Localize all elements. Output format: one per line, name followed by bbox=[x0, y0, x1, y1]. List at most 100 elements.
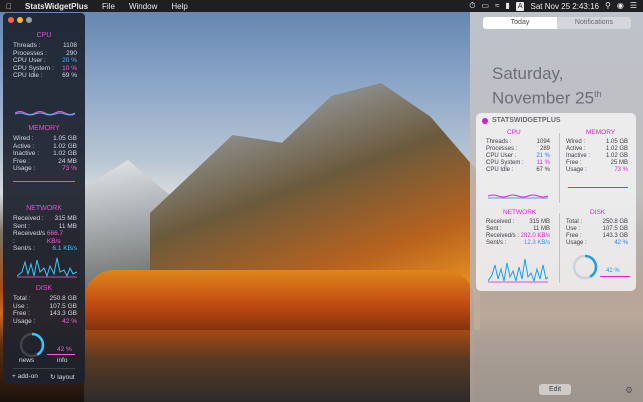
stat-value: 69 % bbox=[62, 72, 77, 79]
info-button[interactable]: info bbox=[57, 357, 67, 364]
menu-app-name[interactable]: StatsWidgetPlus bbox=[18, 2, 95, 11]
menu-help[interactable]: Help bbox=[164, 2, 194, 11]
zoom-button[interactable] bbox=[26, 17, 32, 23]
stat-key: Active : bbox=[566, 146, 586, 152]
stat-key: Use : bbox=[13, 302, 29, 310]
stat-value: 11 MB bbox=[58, 222, 77, 230]
stat-key: Inactive : bbox=[566, 153, 591, 159]
stat-key: Free : bbox=[13, 157, 30, 165]
siri-icon[interactable]: ◉ bbox=[617, 0, 624, 12]
stat-value: 21 % bbox=[536, 153, 550, 159]
stat-row: Total : 250.8 GB bbox=[13, 295, 77, 303]
stat-key: Received : bbox=[486, 219, 515, 225]
time-machine-icon[interactable]: ⏱ bbox=[469, 0, 475, 12]
stat-row: Inactive : 1.02 GB bbox=[566, 153, 628, 160]
stat-key: Free : bbox=[566, 233, 582, 239]
settings-gear-icon[interactable]: ⚙ bbox=[625, 385, 633, 396]
stat-row: Free : 143.3 GB bbox=[566, 233, 628, 240]
stat-row: Received : 315 MB bbox=[486, 219, 550, 226]
memory-section-title: MEMORY bbox=[28, 125, 60, 132]
stat-value: 1094 bbox=[536, 139, 550, 145]
stat-row: CPU User : 20 % bbox=[13, 57, 77, 65]
tab-notifications[interactable]: Notifications bbox=[557, 17, 631, 29]
stat-row: Received : 315 MB bbox=[13, 215, 77, 223]
layout-button[interactable]: ↻ layout bbox=[50, 373, 75, 381]
notification-center-icon[interactable]: ☰ bbox=[630, 0, 637, 12]
stat-row: Sent/s : 12.3 KB/s bbox=[486, 240, 550, 247]
stat-value: 315 MB bbox=[529, 219, 550, 225]
stat-value: 11 % bbox=[536, 160, 550, 166]
stat-value: 282.0 KB/s bbox=[520, 233, 550, 239]
stat-value: 1.02 GB bbox=[53, 150, 77, 157]
stat-value: 143.3 GB bbox=[602, 233, 628, 239]
stat-value: 1.05 GB bbox=[605, 139, 628, 145]
stat-value: 250.8 GB bbox=[602, 219, 628, 225]
apple-menu-icon[interactable]:  bbox=[0, 2, 18, 11]
stat-value: 12.3 KB/s bbox=[523, 240, 550, 246]
spotlight-icon[interactable]: ⚲ bbox=[605, 0, 611, 12]
stat-value: 42 % bbox=[62, 317, 77, 325]
stat-value: 1108 bbox=[63, 42, 77, 49]
stat-key: Usage : bbox=[13, 165, 36, 172]
stat-key: Received/s : bbox=[486, 233, 520, 239]
menu-window[interactable]: Window bbox=[122, 2, 164, 11]
clock[interactable]: Sat Nov 25 2:43:16 bbox=[530, 2, 599, 11]
news-button[interactable]: news bbox=[19, 357, 34, 364]
tab-today[interactable]: Today bbox=[483, 17, 557, 29]
app-icon bbox=[482, 117, 488, 124]
network-stats: Received : 315 MB Sent : 11 MB Received/s … bbox=[13, 215, 77, 253]
stat-row: Wired : 1.05 GB bbox=[13, 135, 77, 143]
wifi-icon[interactable]: ≈ bbox=[495, 0, 499, 12]
disk-usage-ring bbox=[19, 332, 45, 358]
stat-row: Free : 25 MB bbox=[566, 160, 628, 167]
stat-key: Free : bbox=[13, 310, 30, 317]
stat-value: 73 % bbox=[614, 167, 628, 173]
disk-stats: Total : 250.8 GB Use : 107.5 GB Free : 143.… bbox=[13, 295, 77, 325]
stat-key: Usage : bbox=[13, 317, 36, 325]
stat-row: Active : 1.02 GB bbox=[566, 146, 628, 153]
menu-file[interactable]: File bbox=[95, 2, 122, 11]
close-button[interactable] bbox=[8, 17, 14, 23]
stat-key: Processes : bbox=[486, 146, 518, 152]
add-on-button[interactable]: + add-on bbox=[12, 373, 38, 380]
cpu-section-title: CPU bbox=[507, 129, 521, 136]
stat-value: 1.02 GB bbox=[53, 142, 77, 150]
widget-title: STATSWIDGETPLUS bbox=[492, 117, 561, 124]
cpu-section-title: CPU bbox=[36, 32, 52, 39]
stat-value: 42 % bbox=[614, 240, 628, 246]
stat-row: Active : 1.02 GB bbox=[13, 143, 77, 151]
menu-extras: ⏱ ▭ ≈ ▮ A Sat Nov 25 2:43:16 ⚲ ◉ ☰ bbox=[469, 0, 643, 12]
stat-row: Use : 107.5 GB bbox=[13, 303, 77, 311]
stat-row: Wired : 1.05 GB bbox=[566, 139, 628, 146]
stat-value: 1.02 GB bbox=[605, 146, 628, 152]
minimize-button[interactable] bbox=[17, 17, 23, 23]
stat-value: 143.3 GB bbox=[49, 310, 77, 317]
stat-value: 73 % bbox=[62, 165, 77, 172]
stat-row: Free : 24 MB bbox=[13, 158, 77, 166]
stat-value: 666.7 KB/s bbox=[46, 230, 64, 245]
edit-button[interactable]: Edit bbox=[539, 384, 571, 395]
widget-header: STATSWIDGETPLUS bbox=[482, 117, 561, 124]
stat-row: CPU Idle : 69 % bbox=[13, 72, 77, 80]
stat-value: 1.05 GB bbox=[53, 135, 77, 142]
network-section-title: NETWORK bbox=[503, 209, 537, 216]
stat-row: Total : 250.8 GB bbox=[566, 219, 628, 226]
network-section-title: NETWORK bbox=[26, 205, 62, 212]
stat-key: Total : bbox=[13, 295, 31, 302]
battery-icon[interactable]: ▮ bbox=[505, 0, 509, 12]
stat-key: Threads : bbox=[13, 42, 41, 49]
disk-usage-ring bbox=[572, 254, 598, 280]
stat-key: Active : bbox=[13, 142, 35, 150]
stat-key: CPU User : bbox=[13, 57, 46, 64]
airplay-icon[interactable]: ▭ bbox=[481, 0, 489, 12]
stat-row: CPU Idle : 67 % bbox=[486, 167, 550, 174]
stat-key: CPU System : bbox=[486, 160, 524, 166]
stat-row: Use : 107.5 GB bbox=[566, 226, 628, 233]
stat-value: 315 MB bbox=[54, 215, 77, 222]
stat-row: Usage : 73 % bbox=[13, 165, 77, 173]
stat-key: Wired : bbox=[13, 135, 34, 142]
cpu-graph bbox=[15, 111, 75, 116]
input-source-icon[interactable]: A bbox=[515, 1, 525, 11]
stat-value: 290 bbox=[66, 49, 77, 57]
stat-key: Received/s : bbox=[13, 230, 46, 245]
